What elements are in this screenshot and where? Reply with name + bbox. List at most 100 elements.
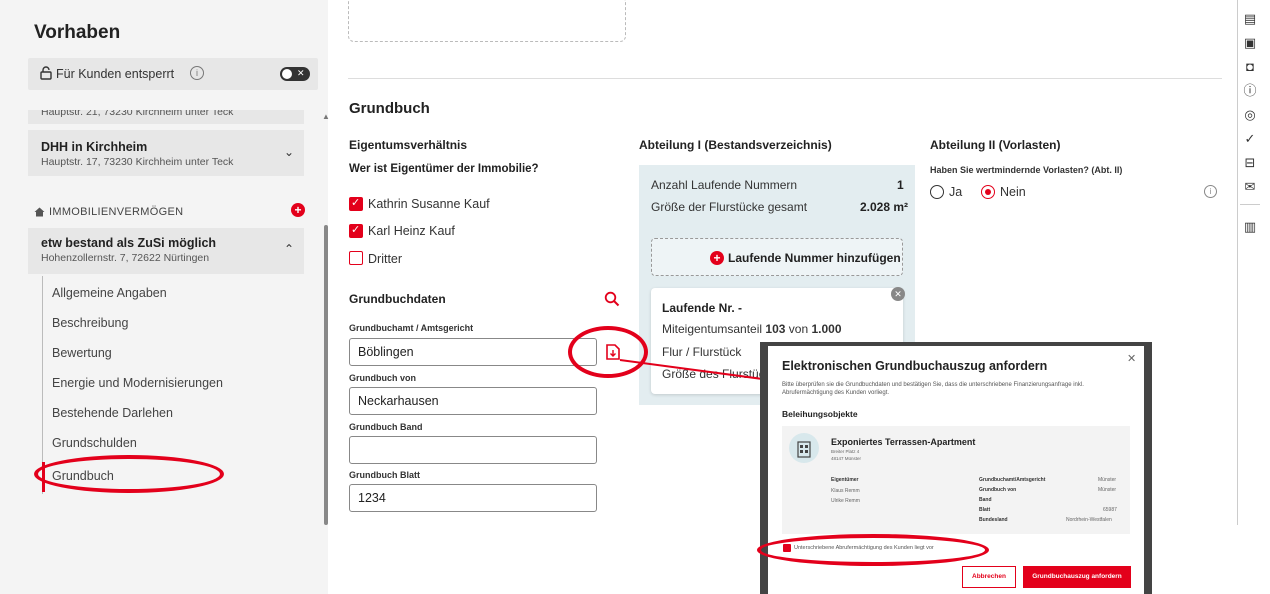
von-label: Grundbuch von [349,373,416,383]
owner-checkbox-2[interactable] [349,223,363,238]
blatt-input[interactable]: 1234 [349,484,597,512]
eigentum-header: Eigentumsverhältnis [349,138,468,152]
info-icon[interactable]: i [190,66,204,80]
cancel-button[interactable]: Abbrechen [962,566,1016,588]
contact-card-icon[interactable]: ▣ [1243,36,1257,50]
lf-title: Laufende Nr. - [662,301,743,315]
customer-lock-label: Für Kunden entsperrt [56,67,175,81]
groesse-value: 2.028 m² [860,200,909,214]
kv-value: Nordrhein-Westfalen [1066,517,1112,523]
location-icon[interactable]: ◎ [1243,108,1257,122]
modal-description: Bitte überprüfen sie die Grundbuchdaten … [782,382,1084,396]
property-address: Hohenzollernstr. 7, 72622 Nürtingen [41,252,210,264]
amt-label: Grundbuchamt / Amtsgericht [349,323,474,333]
kv-key: Band [979,497,992,503]
sidebar: Vorhaben Für Kunden entsperrt i Hauptstr… [0,0,330,594]
kv-key: Grundbuch von [979,487,1017,493]
kv-key: Blatt [979,507,991,513]
lock-open-icon [40,66,52,80]
add-property-button[interactable]: + [291,203,305,217]
add-laufende-nummer-button[interactable]: + Laufende Nummer hinzufügen [651,238,903,276]
close-icon[interactable]: ✕ [891,287,905,301]
map-icon[interactable]: ▥ [1243,220,1257,234]
kv-key: Bundesland [979,517,1008,523]
property-card-etw[interactable]: etw bestand als ZuSi möglich Hohenzoller… [28,228,304,274]
nav-item-beschreibung[interactable]: Beschreibung [52,316,128,330]
modal-close-icon[interactable]: ✕ [1127,352,1136,365]
plus-icon: + [710,251,724,265]
owner-label-1: Kathrin Susanne Kauf [368,197,490,211]
property-address: Hauptstr. 21, 73230 Kirchheim unter Teck [41,110,234,118]
modal-title: Elektronischen Grundbuchauszug anfordern [782,359,1048,373]
band-input[interactable] [349,436,597,464]
nav-item-bestehende-darlehen[interactable]: Bestehende Darlehen [52,406,173,420]
annotation-ellipse-nav [34,455,224,493]
add-laufende-nummer-label: Laufende Nummer hinzufügen [728,251,901,265]
nav-item-grundschulden[interactable]: Grundschulden [52,436,137,450]
radio-ja[interactable] [930,185,944,199]
abt2-question: Haben Sie wertmindernde Vorlasten? (Abt.… [930,165,1123,175]
abt2-header: Abteilung II (Vorlasten) [930,138,1061,152]
house-icon [34,207,45,217]
search-icon[interactable] [604,291,620,307]
amt-input[interactable]: Böblingen [349,338,597,366]
lf-anteil: Miteigentumsanteil 103 von 1.000 [662,322,842,336]
von-input[interactable]: Neckarhausen [349,387,597,415]
abt1-header: Abteilung I (Bestandsverzeichnis) [639,138,832,152]
sidebar-title: Vorhaben [34,22,121,43]
id-card-icon[interactable]: ◘ [1243,60,1257,74]
blatt-label: Grundbuch Blatt [349,470,420,480]
info-circle-icon[interactable]: ⓘ [1243,84,1257,98]
check-circle-icon[interactable]: ✓ [1243,132,1257,146]
owner-label-3: Dritter [368,252,403,266]
customer-lock-row: Für Kunden entsperrt i [28,58,318,90]
owner-checkbox-1[interactable] [349,196,363,211]
lf-anteil-a: 103 [765,322,786,336]
customer-lock-toggle[interactable] [280,67,310,81]
property-title: etw bestand als ZuSi möglich [41,236,217,250]
object-title: Exponiertes Terrassen-Apartment [831,437,976,447]
kv-value: Münster [1098,487,1117,493]
grundbuchdaten-header: Grundbuchdaten [349,292,446,306]
request-grundbuchauszug-button[interactable]: Grundbuchauszug anfordern [1023,566,1131,588]
section-label-immobilienvermoegen: IMMOBILIENVERMÖGEN [49,206,184,218]
sidebar-scrollbar[interactable] [324,225,328,525]
notes-icon[interactable]: ▤ [1243,12,1257,26]
radio-nein-label: Nein [1000,185,1026,199]
annotation-ellipse-doc [568,326,648,378]
toolbar-divider [1237,0,1238,525]
modal-section-title: Beleihungsobjekte [782,409,858,419]
eigentum-question: Wer ist Eigentümer der Immobilie? [349,163,539,175]
annotation-ellipse-checkbox [757,534,989,566]
scroll-up-arrow[interactable]: ▲ [322,112,330,121]
kv-value: Münster [1098,477,1117,483]
nav-item-energie[interactable]: Energie und Modernisierungen [52,376,223,390]
nav-item-allgemeine-angaben[interactable]: Allgemeine Angaben [52,286,167,300]
chevron-up-icon[interactable]: ⌃ [284,242,294,256]
anzahl-label: Anzahl Laufende Nummern [651,178,798,192]
info-icon[interactable]: i [1204,185,1217,198]
owner-1: Klaus Remm [831,488,860,494]
lf-anteil-prefix: Miteigentumsanteil [662,322,763,336]
groesse-label: Größe der Flurstücke gesamt [651,200,808,214]
owner-checkbox-3[interactable] [349,251,363,265]
kv-value: 65987 [1103,507,1117,513]
lf-anteil-von: von [788,322,809,336]
building-icon [789,433,819,463]
divider [348,78,1222,79]
band-label: Grundbuch Band [349,422,423,432]
property-card-dhh[interactable]: DHH in Kirchheim Hauptstr. 17, 73230 Kir… [28,130,304,176]
owner-2: Ulrike Remm [831,498,860,504]
radio-nein[interactable] [981,185,995,199]
archive-icon[interactable]: ⊟ [1243,156,1257,170]
owner-label-2: Karl Heinz Kauf [368,224,455,238]
nav-item-bewertung[interactable]: Bewertung [52,346,112,360]
mail-icon[interactable]: ✉ [1243,180,1257,194]
owners-label: Eigentümer [831,477,859,483]
clipped-property-card[interactable]: Hauptstr. 21, 73230 Kirchheim unter Teck [28,110,304,124]
toolbar-separator [1240,204,1260,205]
radio-ja-label: Ja [949,185,963,199]
lf-anteil-b: 1.000 [811,322,842,336]
chevron-down-icon[interactable]: ⌄ [284,145,294,159]
object-city: 48147 Münster [831,456,862,461]
